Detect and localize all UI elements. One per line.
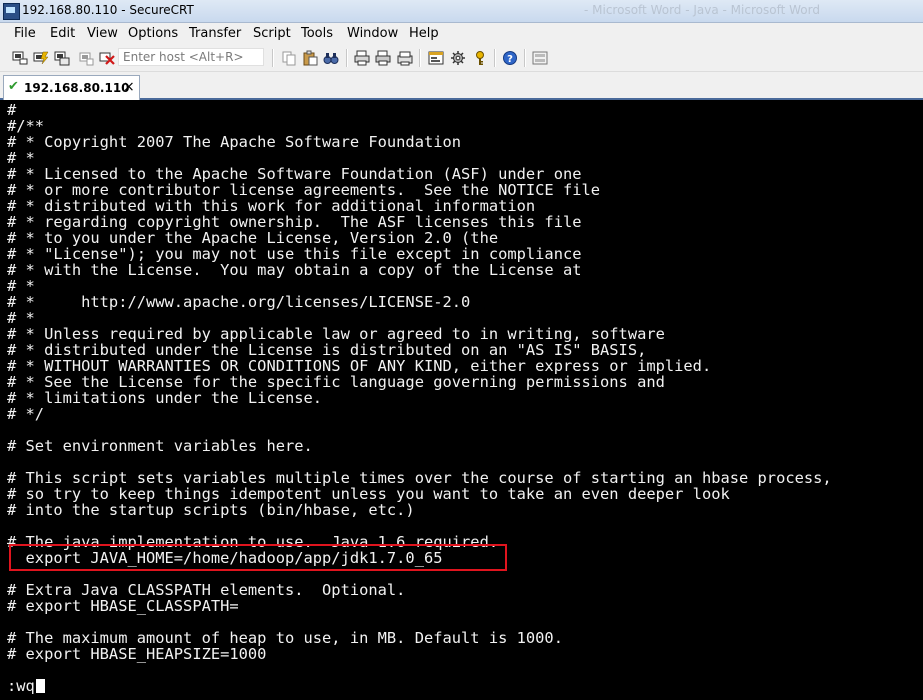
- global-options-icon[interactable]: [450, 50, 466, 66]
- toolbar-separator: [419, 49, 421, 67]
- disconnect-icon[interactable]: [99, 50, 115, 66]
- toolbar-separator: [524, 49, 526, 67]
- terminal-line: # * Unless required by applicable law or…: [7, 325, 665, 343]
- session-options-icon[interactable]: [428, 50, 444, 66]
- securecrt-app-icon[interactable]: [3, 3, 20, 20]
- terminal-line: # so try to keep things idempotent unles…: [7, 485, 730, 503]
- terminal-line: # into the startup scripts (bin/hbase, e…: [7, 501, 415, 519]
- print-screen-icon[interactable]: [397, 50, 413, 66]
- terminal-line: #: [7, 101, 17, 119]
- toolbar-separator: [346, 49, 348, 67]
- session-tab[interactable]: ✔ 192.168.80.110 ×: [3, 75, 140, 100]
- connect-tab-icon[interactable]: [54, 50, 70, 66]
- close-tab-icon[interactable]: ×: [123, 79, 135, 95]
- terminal-line: :wq: [7, 678, 45, 694]
- terminal-line: # * distributed with this work for addit…: [7, 197, 536, 215]
- session-tab-label: 192.168.80.110: [24, 81, 130, 95]
- terminal-line: # The maximum amount of heap to use, in …: [7, 629, 563, 647]
- host-input[interactable]: [118, 48, 264, 66]
- background-window-title: - Microsoft Word - Java - Microsoft Word: [584, 3, 820, 17]
- sftp-icon[interactable]: [532, 50, 548, 66]
- terminal-line: # * limitations under the License.: [7, 389, 323, 407]
- terminal-line: # Extra Java CLASSPATH elements. Optiona…: [7, 581, 406, 599]
- menu-edit[interactable]: Edit: [50, 26, 75, 41]
- menu-options[interactable]: Options: [128, 26, 178, 41]
- window-title: 192.168.80.110 - SecureCRT: [22, 3, 194, 17]
- toolbar-separator: [494, 49, 496, 67]
- keymap-icon[interactable]: [472, 50, 488, 66]
- help-icon[interactable]: ?: [502, 50, 518, 66]
- terminal-line: # * Licensed to the Apache Software Foun…: [7, 165, 582, 183]
- quick-connect-icon[interactable]: [33, 50, 49, 66]
- reconnect-icon[interactable]: [78, 50, 94, 66]
- menu-help[interactable]: Help: [409, 26, 439, 41]
- terminal-line: # * regarding copyright ownership. The A…: [7, 213, 582, 231]
- print-setup-icon[interactable]: [354, 50, 370, 66]
- terminal-line: # This script sets variables multiple ti…: [7, 469, 832, 487]
- terminal-line: # * Copyright 2007 The Apache Software F…: [7, 133, 462, 151]
- find-icon[interactable]: [323, 50, 339, 66]
- copy-icon[interactable]: [281, 50, 297, 66]
- terminal-line: # export HBASE_HEAPSIZE=1000: [7, 645, 267, 663]
- terminal-line: # */: [7, 405, 45, 423]
- menu-window[interactable]: Window: [347, 26, 398, 41]
- terminal-line: # * WITHOUT WARRANTIES OR CONDITIONS OF …: [7, 357, 712, 375]
- connected-check-icon: ✔: [8, 79, 19, 94]
- menu-file[interactable]: File: [14, 26, 36, 41]
- print-icon[interactable]: [375, 50, 391, 66]
- terminal-line: # * distributed under the License is dis…: [7, 341, 647, 359]
- menu-transfer[interactable]: Transfer: [189, 26, 241, 41]
- terminal-line: # export HBASE_CLASSPATH=: [7, 597, 239, 615]
- terminal-line: # * or more contributor license agreemen…: [7, 181, 601, 199]
- terminal-line: # Set environment variables here.: [7, 437, 313, 455]
- terminal-cursor: [35, 679, 45, 693]
- terminal-area[interactable]: # #/** # * Copyright 2007 The Apache Softw…: [0, 100, 923, 700]
- toolbar-separator: [272, 49, 274, 67]
- terminal-line: # * to you under the Apache License, Ver…: [7, 229, 499, 247]
- window-title-bar[interactable]: 192.168.80.110 - SecureCRT - Microsoft W…: [0, 0, 923, 23]
- terminal-line: # * "License"); you may not use this fil…: [7, 245, 582, 263]
- svg-text:?: ?: [507, 54, 513, 65]
- toolbar: ?: [0, 44, 923, 72]
- terminal-line: # * with the License. You may obtain a c…: [7, 261, 582, 279]
- terminal-line: # * See the License for the specific lan…: [7, 373, 665, 391]
- menu-bar: File Edit View Options Transfer Script T…: [0, 23, 923, 44]
- terminal-line: # *: [7, 277, 35, 295]
- terminal-line: # *: [7, 149, 35, 167]
- terminal-line: #/**: [7, 117, 45, 135]
- terminal-line: # * http://www.apache.org/licenses/LICEN…: [7, 293, 471, 311]
- highlight-annotation-box: [9, 544, 507, 571]
- menu-script[interactable]: Script: [253, 26, 291, 41]
- menu-tools[interactable]: Tools: [301, 26, 333, 41]
- menu-view[interactable]: View: [87, 26, 118, 41]
- paste-icon[interactable]: [302, 50, 318, 66]
- connect-icon[interactable]: [12, 50, 28, 66]
- session-tab-strip: ✔ 192.168.80.110 ×: [0, 72, 923, 100]
- terminal-line: # *: [7, 309, 35, 327]
